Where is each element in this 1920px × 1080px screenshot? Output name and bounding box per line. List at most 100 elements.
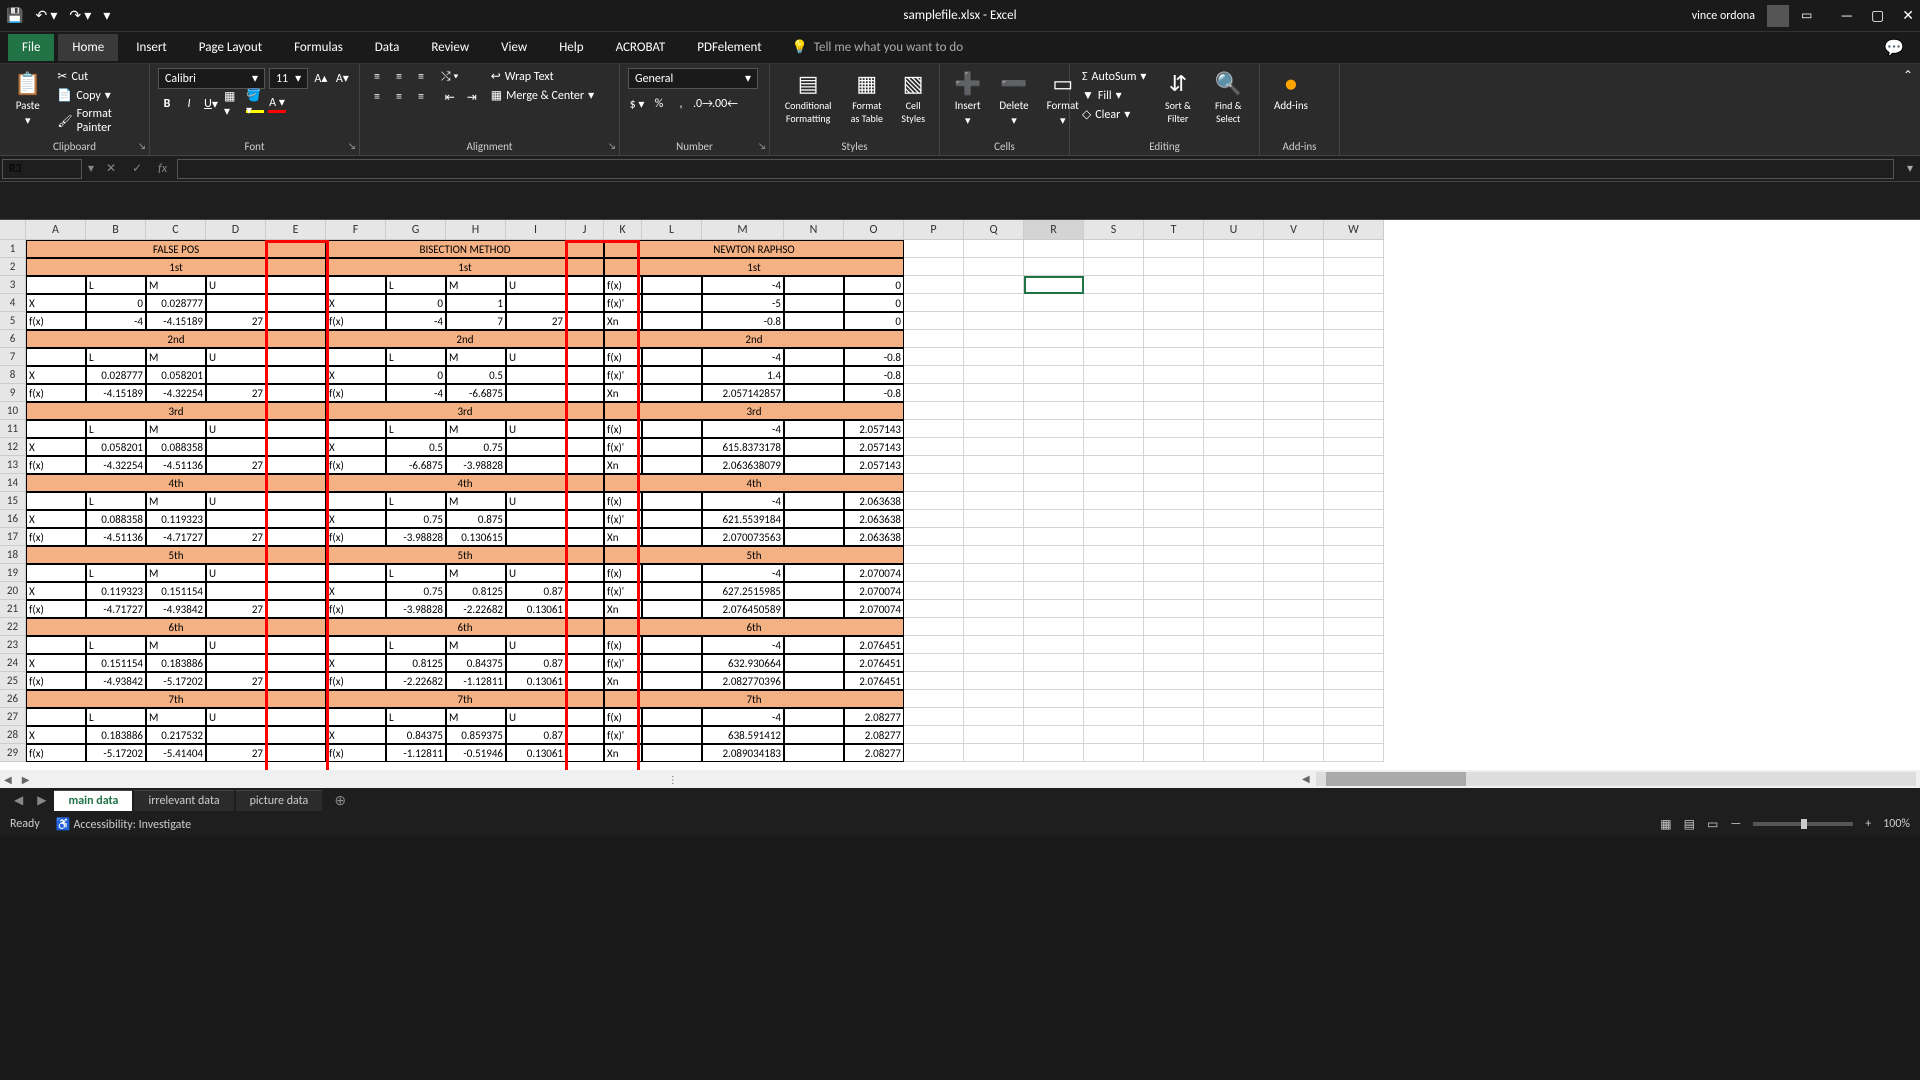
cell-K24[interactable]: f(x)' (604, 654, 642, 672)
font-color-button[interactable]: A ▾ (268, 95, 286, 113)
row-header-16[interactable]: 16 (0, 510, 26, 528)
cell-I24[interactable]: 0.87 (506, 654, 566, 672)
cell-F22[interactable]: 6th (326, 618, 604, 636)
cell-Q3[interactable] (964, 276, 1024, 294)
cell-O25[interactable]: 2.076451 (844, 672, 904, 690)
cell-O28[interactable]: 2.08277 (844, 726, 904, 744)
cell-W28[interactable] (1324, 726, 1384, 744)
cell-R16[interactable] (1024, 510, 1084, 528)
cell-I27[interactable]: U (506, 708, 566, 726)
fx-icon[interactable]: fx (150, 162, 175, 176)
cell-U12[interactable] (1204, 438, 1264, 456)
cell-F7[interactable] (326, 348, 386, 366)
cell-S19[interactable] (1084, 564, 1144, 582)
cell-C28[interactable]: 0.217532 (146, 726, 206, 744)
cell-N24[interactable] (784, 654, 844, 672)
cell-R18[interactable] (1024, 546, 1084, 564)
cell-C13[interactable]: -4.51136 (146, 456, 206, 474)
cell-N11[interactable] (784, 420, 844, 438)
cell-T22[interactable] (1144, 618, 1204, 636)
cell-D17[interactable]: 27 (206, 528, 266, 546)
row-header-9[interactable]: 9 (0, 384, 26, 402)
cell-P1[interactable] (904, 240, 964, 258)
cell-Q23[interactable] (964, 636, 1024, 654)
col-header-K[interactable]: K (604, 220, 642, 240)
row-header-24[interactable]: 24 (0, 654, 26, 672)
cell-Q10[interactable] (964, 402, 1024, 420)
cell-T27[interactable] (1144, 708, 1204, 726)
cell-M16[interactable]: 621.5539184 (702, 510, 784, 528)
cell-C23[interactable]: M (146, 636, 206, 654)
cell-Q20[interactable] (964, 582, 1024, 600)
cell-B28[interactable]: 0.183886 (86, 726, 146, 744)
cell-U3[interactable] (1204, 276, 1264, 294)
cell-V2[interactable] (1264, 258, 1324, 276)
col-header-A[interactable]: A (26, 220, 86, 240)
cell-F11[interactable] (326, 420, 386, 438)
cell-O9[interactable]: -0.8 (844, 384, 904, 402)
cell-E15[interactable] (266, 492, 326, 510)
cell-T8[interactable] (1144, 366, 1204, 384)
cell-E25[interactable] (266, 672, 326, 690)
cell-R15[interactable] (1024, 492, 1084, 510)
cell-I11[interactable]: U (506, 420, 566, 438)
dialog-launcher-icon[interactable]: ↘ (348, 141, 356, 152)
increase-decimal-icon[interactable]: .0→ (694, 95, 712, 113)
cell-I3[interactable]: U (506, 276, 566, 294)
conditional-formatting-button[interactable]: ▤Conditional Formatting (778, 68, 838, 127)
row-header-1[interactable]: 1 (0, 240, 26, 258)
cell-T17[interactable] (1144, 528, 1204, 546)
cell-V20[interactable] (1264, 582, 1324, 600)
cell-N28[interactable] (784, 726, 844, 744)
cell-K25[interactable]: Xn (604, 672, 642, 690)
cell-N8[interactable] (784, 366, 844, 384)
cell-D4[interactable] (206, 294, 266, 312)
cell-H16[interactable]: 0.875 (446, 510, 506, 528)
cell-K13[interactable]: Xn (604, 456, 642, 474)
cell-G17[interactable]: -3.98828 (386, 528, 446, 546)
cell-B4[interactable]: 0 (86, 294, 146, 312)
cell-Q27[interactable] (964, 708, 1024, 726)
row-header-15[interactable]: 15 (0, 492, 26, 510)
cell-D11[interactable]: U (206, 420, 266, 438)
cell-O20[interactable]: 2.070074 (844, 582, 904, 600)
cell-W18[interactable] (1324, 546, 1384, 564)
col-header-O[interactable]: O (844, 220, 904, 240)
page-layout-view-icon[interactable]: ▤ (1684, 817, 1695, 832)
cell-H5[interactable]: 7 (446, 312, 506, 330)
cell-O19[interactable]: 2.070074 (844, 564, 904, 582)
cell-O23[interactable]: 2.076451 (844, 636, 904, 654)
cell-B9[interactable]: -4.15189 (86, 384, 146, 402)
row-header-13[interactable]: 13 (0, 456, 26, 474)
cell-P10[interactable] (904, 402, 964, 420)
cell-Q9[interactable] (964, 384, 1024, 402)
cell-G23[interactable]: L (386, 636, 446, 654)
cell-D7[interactable]: U (206, 348, 266, 366)
cell-D15[interactable]: U (206, 492, 266, 510)
cell-P8[interactable] (904, 366, 964, 384)
cell-S13[interactable] (1084, 456, 1144, 474)
cell-P24[interactable] (904, 654, 964, 672)
cell-A12[interactable]: X (26, 438, 86, 456)
cell-A18[interactable]: 5th (26, 546, 326, 564)
cell-E19[interactable] (266, 564, 326, 582)
row-header-2[interactable]: 2 (0, 258, 26, 276)
cell-E16[interactable] (266, 510, 326, 528)
cell-F9[interactable]: f(x) (326, 384, 386, 402)
cell-A1[interactable]: FALSE POS (26, 240, 326, 258)
cell-styles-button[interactable]: ▧Cell Styles (895, 68, 931, 127)
cell-N3[interactable] (784, 276, 844, 294)
cell-B15[interactable]: L (86, 492, 146, 510)
cell-Q22[interactable] (964, 618, 1024, 636)
cell-W8[interactable] (1324, 366, 1384, 384)
cell-H23[interactable]: M (446, 636, 506, 654)
percent-icon[interactable]: % (650, 95, 668, 113)
cell-L16[interactable] (642, 510, 702, 528)
cell-T6[interactable] (1144, 330, 1204, 348)
cell-D28[interactable] (206, 726, 266, 744)
cell-F15[interactable] (326, 492, 386, 510)
cell-I28[interactable]: 0.87 (506, 726, 566, 744)
tab-acrobat[interactable]: ACROBAT (602, 34, 680, 61)
cell-D19[interactable]: U (206, 564, 266, 582)
tab-view[interactable]: View (487, 34, 541, 61)
